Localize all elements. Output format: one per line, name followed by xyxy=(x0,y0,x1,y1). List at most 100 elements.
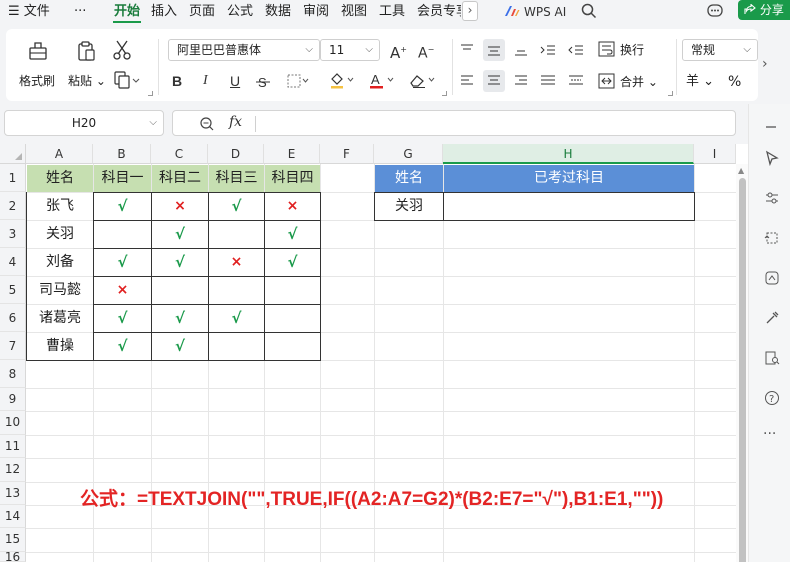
zoom-icon[interactable] xyxy=(199,116,215,132)
fill-color-icon[interactable] xyxy=(328,71,356,89)
cut-icon[interactable] xyxy=(112,39,132,61)
subject-status-cell[interactable]: √ xyxy=(94,249,151,276)
format-painter-label[interactable]: 格式刷 xyxy=(19,74,55,88)
row-header-7[interactable]: 7 xyxy=(0,332,26,360)
menu-view[interactable]: 视图 xyxy=(341,3,367,21)
subject-status-cell[interactable]: √ xyxy=(152,221,208,248)
wps-ai-button[interactable]: WPS AI xyxy=(504,3,566,21)
menu-data[interactable]: 数据 xyxy=(265,3,291,21)
lookup-name-cell[interactable]: 关羽 xyxy=(375,193,443,220)
share-button[interactable]: 分享 xyxy=(738,0,790,20)
table1-header-cell[interactable]: 姓名 xyxy=(27,165,93,192)
subject-status-cell[interactable]: √ xyxy=(209,193,264,220)
eraser-icon[interactable] xyxy=(408,71,438,89)
row-header-14[interactable]: 14 xyxy=(0,505,26,529)
menu-file[interactable]: ☰ 文件 xyxy=(8,3,50,21)
name-cell[interactable]: 刘备 xyxy=(27,249,93,276)
column-header-f[interactable]: F xyxy=(320,144,374,164)
table1-header-cell[interactable]: 科目一 xyxy=(94,165,151,192)
subject-status-cell[interactable]: × xyxy=(94,277,151,304)
increase-font-icon[interactable]: A+ xyxy=(390,42,407,61)
subject-status-cell[interactable] xyxy=(265,333,320,360)
table2-header-cell[interactable]: 已考过科目 xyxy=(444,165,694,192)
transform-icon[interactable] xyxy=(764,230,780,246)
font-name-select[interactable]: 阿里巴巴普惠体 ⌵ xyxy=(168,39,320,61)
align-top-icon[interactable] xyxy=(460,43,474,57)
row-header-16[interactable]: 16 xyxy=(0,551,26,562)
subject-status-cell[interactable] xyxy=(152,277,208,304)
align-left-icon[interactable] xyxy=(460,74,474,88)
row-header-11[interactable]: 11 xyxy=(0,434,26,459)
result-cell[interactable] xyxy=(444,193,694,220)
menu-more[interactable]: ··· xyxy=(74,3,86,21)
font-dialog-launcher[interactable] xyxy=(442,91,447,96)
row-header-8[interactable]: 8 xyxy=(0,360,26,388)
subject-status-cell[interactable]: √ xyxy=(265,249,320,276)
row-header-5[interactable]: 5 xyxy=(0,276,26,304)
row-header-1[interactable]: 1 xyxy=(0,164,26,192)
column-header-e[interactable]: E xyxy=(264,144,320,164)
search-icon[interactable] xyxy=(580,2,598,20)
bold-button[interactable]: B xyxy=(172,73,182,89)
menu-home[interactable]: 开始 xyxy=(114,3,140,21)
book-search-icon[interactable] xyxy=(764,350,780,366)
font-size-select[interactable]: 11 ⌵ xyxy=(320,39,380,61)
subject-status-cell[interactable]: √ xyxy=(209,305,264,332)
collapse-icon[interactable] xyxy=(764,120,778,134)
name-cell[interactable]: 张飞 xyxy=(27,193,93,220)
column-header-a[interactable]: A xyxy=(26,144,93,164)
currency-format-button[interactable]: 羊 ⌄ xyxy=(686,75,714,89)
row-header-2[interactable]: 2 xyxy=(0,192,26,220)
menu-member[interactable]: 会员专享 xyxy=(417,3,461,21)
row-header-15[interactable]: 15 xyxy=(0,528,26,552)
help-icon[interactable]: ? xyxy=(764,390,780,406)
percent-format-button[interactable]: % xyxy=(728,75,741,89)
outdent-icon[interactable] xyxy=(568,43,584,57)
subject-status-cell[interactable] xyxy=(209,277,264,304)
row-header-6[interactable]: 6 xyxy=(0,304,26,332)
table2-header-cell[interactable]: 姓名 xyxy=(375,165,443,192)
menu-insert[interactable]: 插入 xyxy=(151,3,177,21)
subject-status-cell[interactable] xyxy=(265,277,320,304)
select-all-corner[interactable] xyxy=(0,144,26,164)
name-cell[interactable]: 曹操 xyxy=(27,333,93,360)
align-bottom-icon[interactable] xyxy=(514,43,528,57)
clipboard-dialog-launcher[interactable] xyxy=(148,91,153,96)
table1-header-cell[interactable]: 科目三 xyxy=(209,165,264,192)
menu-formula[interactable]: 公式 xyxy=(227,3,253,21)
paste-label[interactable]: 粘贴 ⌄ xyxy=(68,74,106,88)
merge-cells-icon[interactable] xyxy=(598,73,616,89)
column-header-i[interactable]: I xyxy=(694,144,736,164)
merge-label[interactable]: 合并 ⌄ xyxy=(620,75,658,89)
row-header-3[interactable]: 3 xyxy=(0,220,26,248)
indent-icon[interactable] xyxy=(540,43,556,57)
subject-status-cell[interactable]: × xyxy=(265,193,320,220)
backup-icon[interactable] xyxy=(764,270,780,286)
row-header-9[interactable]: 9 xyxy=(0,388,26,412)
menu-tools[interactable]: 工具 xyxy=(379,3,405,21)
distribute-icon[interactable] xyxy=(568,74,584,88)
subject-status-cell[interactable] xyxy=(94,221,151,248)
scroll-up-icon[interactable]: ▲ xyxy=(738,166,744,175)
column-header-c[interactable]: C xyxy=(151,144,208,164)
subject-status-cell[interactable]: √ xyxy=(94,333,151,360)
table1-header-cell[interactable]: 科目四 xyxy=(265,165,320,192)
justify-icon[interactable] xyxy=(540,74,556,88)
align-middle-icon[interactable] xyxy=(487,43,501,57)
name-box[interactable]: H20 ⌵ xyxy=(4,110,164,136)
row-header-10[interactable]: 10 xyxy=(0,411,26,435)
row-header-13[interactable]: 13 xyxy=(0,481,26,505)
copy-icon[interactable] xyxy=(113,71,141,89)
column-header-g[interactable]: G xyxy=(374,144,443,164)
formula-input[interactable]: fx xyxy=(172,110,736,136)
name-cell[interactable]: 关羽 xyxy=(27,221,93,248)
spreadsheet-grid[interactable]: ABCDEFGHI 1 2 3 4 5 6 7 8 9 10 11 12 13 14 15 16 姓名 科目一科… xyxy=(0,144,748,562)
menu-review[interactable]: 审阅 xyxy=(303,3,329,21)
settings-sliders-icon[interactable] xyxy=(764,190,780,206)
format-painter-icon[interactable] xyxy=(26,39,50,63)
italic-button[interactable]: I xyxy=(203,73,208,89)
border-icon[interactable] xyxy=(286,73,310,89)
subject-status-cell[interactable] xyxy=(209,221,264,248)
strikethrough-icon[interactable]: S xyxy=(256,74,274,90)
row-header-4[interactable]: 4 xyxy=(0,248,26,276)
